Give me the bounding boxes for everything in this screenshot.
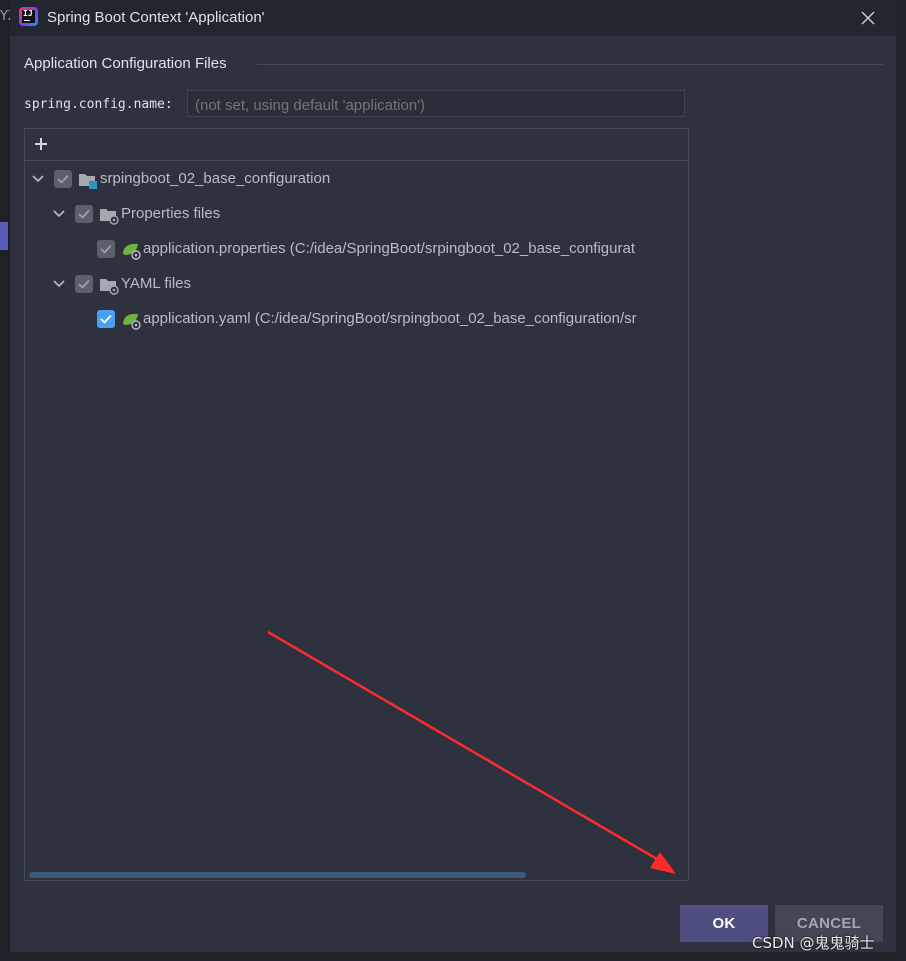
- config-folder-icon: [100, 279, 119, 295]
- tree-item-label: application.properties (C:/idea/SpringBo…: [143, 240, 635, 257]
- background-ide-left-edge: [0, 0, 10, 961]
- spring-config-file-icon: [123, 243, 141, 260]
- config-files-tree-panel: srpingboot_02_base_configuration Propert…: [24, 128, 689, 881]
- chevron-down-icon[interactable]: [52, 277, 66, 291]
- config-name-input[interactable]: [187, 90, 685, 117]
- config-name-label: spring.config.name:: [24, 97, 173, 112]
- dialog-title: Spring Boot Context 'Application': [47, 9, 265, 26]
- tree-item-checkbox[interactable]: [54, 170, 72, 188]
- add-icon[interactable]: [33, 136, 49, 152]
- tree-item-yaml-file[interactable]: application.yaml (C:/idea/SpringBoot/srp…: [25, 308, 688, 332]
- module-folder-icon: [79, 174, 97, 189]
- tree-item-label: srpingboot_02_base_configuration: [100, 170, 331, 187]
- tree-toolbar: [25, 129, 688, 161]
- horizontal-scrollbar[interactable]: [29, 872, 526, 878]
- tree-item-checkbox[interactable]: [75, 205, 93, 223]
- chevron-down-icon[interactable]: [52, 207, 66, 221]
- tree-item-checkbox[interactable]: [97, 240, 115, 258]
- section-divider: [257, 64, 883, 65]
- chevron-down-icon[interactable]: [31, 172, 45, 186]
- tree-item-label: YAML files: [121, 275, 192, 292]
- tree-item-module[interactable]: srpingboot_02_base_configuration: [25, 168, 688, 192]
- tree-item-properties-file[interactable]: application.properties (C:/idea/SpringBo…: [25, 238, 688, 262]
- tree-item-label: Properties files: [121, 205, 221, 222]
- tree-item-checkbox[interactable]: [97, 310, 115, 328]
- tree-item-yaml-group[interactable]: YAML files: [25, 273, 688, 297]
- intellij-idea-icon: IJ: [19, 7, 38, 26]
- csdn-watermark: CSDN @鬼鬼骑士: [752, 934, 875, 952]
- config-folder-icon: [100, 209, 119, 225]
- dialog-titlebar: IJ Spring Boot Context 'Application': [10, 0, 896, 36]
- tree-item-label: application.yaml (C:/idea/SpringBoot/srp…: [143, 310, 637, 327]
- tree-item-checkbox[interactable]: [75, 275, 93, 293]
- spring-boot-context-dialog: IJ Spring Boot Context 'Application' App…: [10, 0, 896, 952]
- tree-item-properties-group[interactable]: Properties files: [25, 203, 688, 227]
- close-icon[interactable]: [858, 8, 878, 28]
- section-title: Application Configuration Files: [24, 55, 227, 72]
- background-selection-marker: [0, 222, 8, 250]
- spring-config-file-icon: [123, 313, 141, 330]
